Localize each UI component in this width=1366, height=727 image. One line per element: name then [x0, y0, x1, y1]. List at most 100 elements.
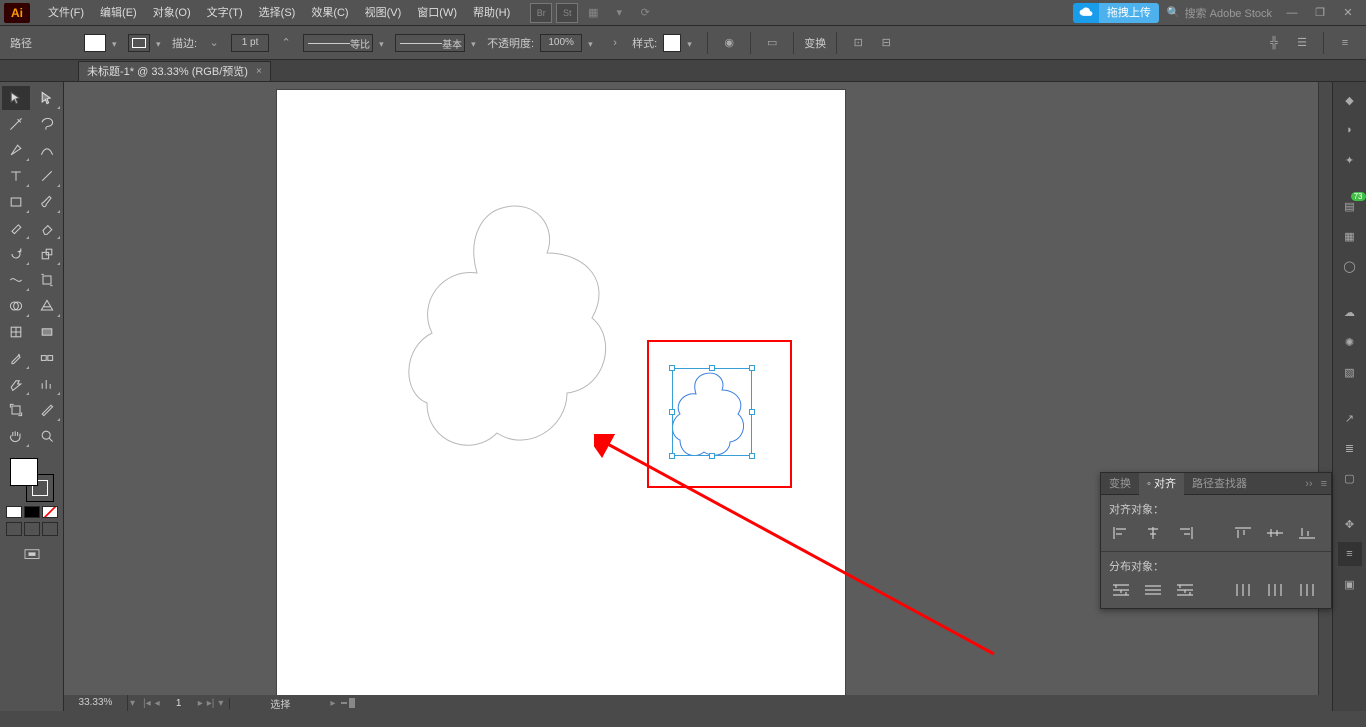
isolate2-icon[interactable]: ⊟ — [875, 32, 897, 54]
mesh-tool[interactable] — [2, 320, 30, 344]
handle-br[interactable] — [749, 453, 755, 459]
width-tool[interactable] — [2, 268, 30, 292]
screen-mode[interactable] — [2, 542, 61, 568]
panel-libraries-icon[interactable]: ✦ — [1338, 148, 1362, 172]
dist-hcenter[interactable] — [1263, 580, 1287, 600]
handle-tl[interactable] — [669, 365, 675, 371]
panel-properties-icon[interactable]: ◆ — [1338, 88, 1362, 112]
slice-tool[interactable] — [33, 398, 61, 422]
type-tool[interactable] — [2, 164, 30, 188]
panel-artboards-icon[interactable]: ▢ — [1338, 466, 1362, 490]
canvas-area[interactable]: 33.33% ▾ |◂ ◂ 1 ▸ ▸| ▾ 选择 ▸ — [64, 82, 1332, 711]
document-tab[interactable]: 未标题-1* @ 33.33% (RGB/预览) × — [78, 61, 271, 81]
nav-first-icon[interactable]: |◂ — [143, 698, 151, 709]
transform-label[interactable]: 变换 — [804, 35, 826, 51]
symbol-sprayer-tool[interactable] — [2, 372, 30, 396]
nav-last-icon[interactable]: ▸| — [207, 698, 215, 709]
tab-align[interactable]: ◦ 对齐 — [1139, 473, 1184, 495]
align-left[interactable] — [1109, 523, 1133, 543]
menu-help[interactable]: 帮助(H) — [465, 0, 518, 26]
panel-symbols-icon[interactable]: ▧ — [1338, 360, 1362, 384]
eyedropper-tool[interactable] — [2, 346, 30, 370]
nav-prev-icon[interactable]: ◂ — [155, 698, 160, 709]
align-bottom[interactable] — [1295, 523, 1319, 543]
panel-cc-icon[interactable]: ▤73 — [1338, 194, 1362, 218]
panel-color-icon[interactable]: ▦ — [1338, 224, 1362, 248]
none-mode[interactable] — [42, 506, 58, 518]
draw-inside[interactable] — [42, 522, 58, 536]
stroke-swatch[interactable] — [128, 34, 150, 52]
panel-pathfinder-icon[interactable]: ▣ — [1338, 572, 1362, 596]
tab-transform[interactable]: 变换 — [1101, 473, 1139, 495]
panel-layers-icon[interactable]: ≣ — [1338, 436, 1362, 460]
dist-left[interactable] — [1231, 580, 1255, 600]
stroke-profile[interactable]: 等比 — [303, 34, 373, 52]
menu-object[interactable]: 对象(O) — [145, 0, 199, 26]
nav-next-icon[interactable]: ▸ — [198, 698, 203, 709]
shape-builder-tool[interactable] — [2, 294, 30, 318]
handle-mr[interactable] — [749, 409, 755, 415]
window-minimize[interactable]: — — [1282, 5, 1302, 21]
lasso-tool[interactable] — [33, 112, 61, 136]
dropdown-icon[interactable]: ▾ — [608, 3, 630, 23]
rotate-tool[interactable] — [2, 242, 30, 266]
panel-brushes-icon[interactable]: ✺ — [1338, 330, 1362, 354]
fill-color[interactable] — [10, 458, 38, 486]
zoom-level[interactable]: 33.33% — [64, 695, 128, 711]
opacity-popup-icon[interactable]: › — [604, 32, 626, 54]
panel-menu-icon[interactable]: ≡ — [1317, 478, 1331, 490]
brush-def[interactable]: 基本 — [395, 34, 465, 52]
handle-ml[interactable] — [669, 409, 675, 415]
nav-dropdown-icon[interactable]: ▾ — [218, 698, 223, 709]
direct-selection-tool[interactable] — [33, 86, 61, 110]
eraser-tool[interactable] — [33, 216, 61, 240]
sync-icon[interactable]: ⟳ — [634, 3, 656, 23]
status-play-icon[interactable]: ▸ — [330, 698, 335, 709]
arrange-icon[interactable]: ▦ — [582, 3, 604, 23]
artboard-number[interactable]: 1 — [164, 698, 194, 709]
column-graph-tool[interactable] — [33, 372, 61, 396]
panel-align-icon[interactable]: ≡ — [1338, 542, 1362, 566]
draw-behind[interactable] — [24, 522, 40, 536]
opacity-dropdown[interactable] — [588, 38, 598, 48]
tab-pathfinder[interactable]: 路径查找器 — [1184, 473, 1255, 495]
hand-tool[interactable] — [2, 424, 30, 448]
menu-window[interactable]: 窗口(W) — [409, 0, 465, 26]
align-icon[interactable]: ▭ — [761, 32, 783, 54]
menu-text[interactable]: 文字(T) — [199, 0, 251, 26]
handle-bm[interactable] — [709, 453, 715, 459]
selected-object[interactable] — [672, 368, 752, 456]
panel-cloud-icon[interactable]: ☁ — [1338, 300, 1362, 324]
opacity-input[interactable]: 100% — [540, 34, 582, 52]
dist-right[interactable] — [1295, 580, 1319, 600]
zoom-tool[interactable] — [33, 424, 61, 448]
handle-tr[interactable] — [749, 365, 755, 371]
menu-view[interactable]: 视图(V) — [357, 0, 410, 26]
curvature-tool[interactable] — [33, 138, 61, 162]
menu-select[interactable]: 选择(S) — [251, 0, 304, 26]
window-restore[interactable]: ❐ — [1310, 5, 1330, 21]
scale-tool[interactable] — [33, 242, 61, 266]
align-hcenter[interactable] — [1141, 523, 1165, 543]
pen-tool[interactable] — [2, 138, 30, 162]
isolate-icon[interactable]: ⊡ — [847, 32, 869, 54]
artboard-tool[interactable] — [2, 398, 30, 422]
fill-swatch[interactable] — [84, 34, 106, 52]
brush-dropdown[interactable] — [471, 38, 481, 48]
panel-export-icon[interactable]: ↗ — [1338, 406, 1362, 430]
rectangle-tool[interactable] — [2, 190, 30, 214]
stroke-up-stepper[interactable]: ⌃ — [275, 32, 297, 54]
menu-edit[interactable]: 编辑(E) — [92, 0, 145, 26]
menu-file[interactable]: 文件(F) — [40, 0, 92, 26]
dist-vcenter[interactable] — [1141, 580, 1165, 600]
search-stock-field[interactable]: 🔍 搜索 Adobe Stock — [1167, 5, 1272, 21]
stroke-weight-input[interactable]: 1 pt — [231, 34, 269, 52]
ctrl-r3-icon[interactable]: ≡ — [1334, 32, 1356, 54]
stock-icon[interactable]: St — [556, 3, 578, 23]
panel-shape-icon[interactable]: ◗ — [1338, 118, 1362, 142]
gradient-tool[interactable] — [33, 320, 61, 344]
cloud-icon[interactable] — [1073, 3, 1099, 23]
ctrl-r2-icon[interactable]: ☰ — [1291, 32, 1313, 54]
selection-tool[interactable] — [2, 86, 30, 110]
ctrl-r1-icon[interactable]: ╬ — [1263, 32, 1285, 54]
